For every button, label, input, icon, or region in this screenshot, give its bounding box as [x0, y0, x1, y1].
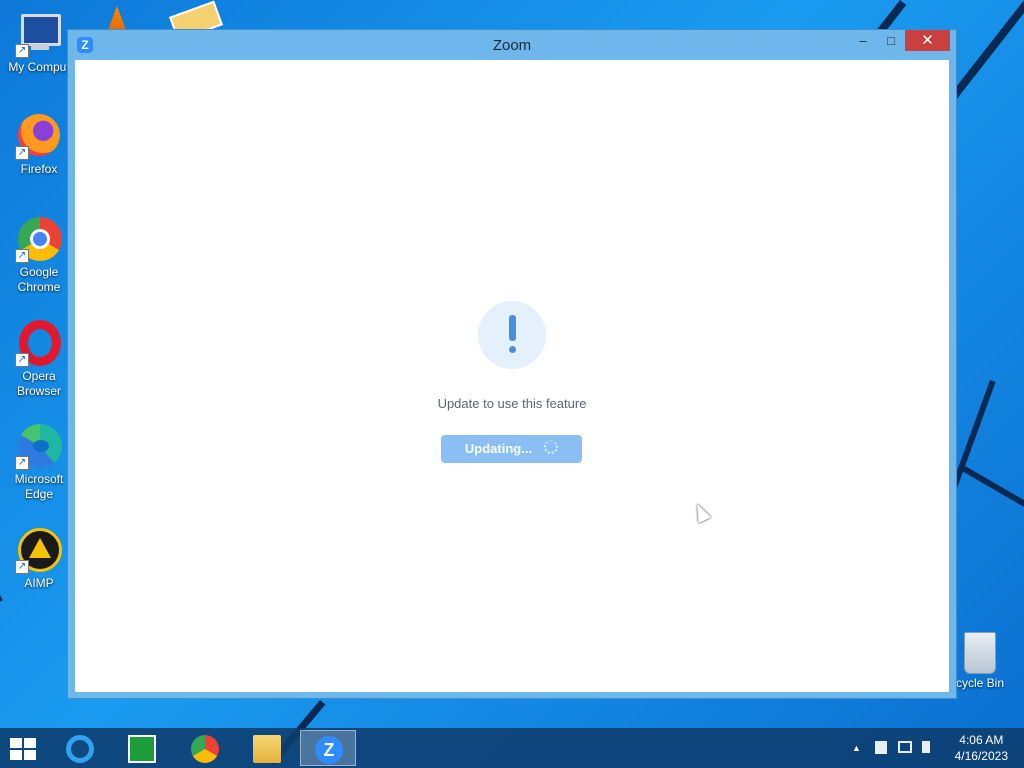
window-titlebar[interactable]: Z Zoom – □ ✕ [68, 30, 956, 60]
opera-icon: ↗ [15, 319, 63, 367]
my-computer-icon: ↗ [15, 10, 63, 58]
desktop-icon-label: Google Chrome [17, 265, 61, 294]
wallpaper-streak [950, 0, 1024, 100]
volume-muted-icon[interactable] [922, 741, 930, 753]
updating-button[interactable]: Updating... [441, 435, 582, 463]
zoom-icon: Z [315, 736, 343, 764]
edge-icon: ↗ [15, 422, 63, 470]
desktop-icon-label: Microsoft Edge [14, 472, 64, 501]
window-title: Zoom [492, 37, 532, 54]
maximize-button[interactable]: □ [878, 30, 904, 51]
taskbar-chrome[interactable] [177, 730, 233, 766]
desktop-icon-label: My Comput [8, 60, 70, 74]
shortcut-arrow-icon: ↗ [15, 249, 29, 263]
taskbar-file-explorer[interactable] [239, 730, 295, 766]
chrome-icon [191, 735, 219, 763]
clock-date: 4/16/2023 [954, 749, 1008, 763]
wallpaper-streak [960, 464, 1024, 515]
desktop-icon-label: AIMP [24, 576, 54, 590]
shortcut-arrow-icon: ↗ [15, 353, 29, 367]
shortcut-arrow-icon: ↗ [15, 146, 29, 160]
store-icon [128, 735, 156, 763]
close-button[interactable]: ✕ [905, 30, 950, 51]
taskbar-store[interactable] [114, 730, 170, 766]
chrome-icon: ↗ [15, 215, 63, 263]
tray-show-hidden-icon[interactable]: ▲ [852, 743, 861, 753]
start-button[interactable] [10, 738, 38, 760]
zoom-window[interactable]: Z Zoom – □ ✕ Update to use this feature … [67, 29, 957, 699]
shortcut-arrow-icon: ↗ [15, 44, 29, 58]
desktop-icon-label: Opera Browser [16, 369, 61, 398]
internet-explorer-icon [66, 735, 94, 763]
firefox-icon: ↗ [15, 112, 63, 160]
loading-spinner-icon [544, 440, 559, 454]
recycle-bin-icon [964, 632, 996, 674]
vlc-icon-partial[interactable] [108, 6, 126, 30]
shortcut-arrow-icon: ↗ [15, 456, 29, 470]
desktop-icon-label: cycle Bin [955, 676, 1005, 690]
taskbar-internet-explorer[interactable] [52, 730, 108, 766]
taskbar-zoom[interactable]: Z [300, 730, 356, 766]
window-content: Update to use this feature Updating... [75, 60, 949, 692]
wallpaper-streak [0, 595, 3, 657]
update-message: Update to use this feature [437, 396, 587, 411]
shortcut-arrow-icon: ↗ [15, 560, 29, 574]
exclamation-icon [478, 301, 546, 369]
minimize-button[interactable]: – [850, 30, 876, 51]
desktop-icon-label: Firefox [20, 162, 58, 176]
taskbar: Z ▲ 4:06 AM 4/16/2023 [0, 728, 1024, 768]
updating-button-label: Updating... [464, 441, 533, 456]
file-explorer-icon [253, 735, 281, 763]
action-center-flag-icon[interactable] [875, 741, 887, 754]
clock-time: 4:06 AM [959, 733, 1004, 747]
network-icon[interactable] [898, 741, 912, 753]
aimp-icon: ↗ [15, 526, 63, 574]
system-clock[interactable]: 4:06 AM 4/16/2023 [955, 732, 1008, 764]
